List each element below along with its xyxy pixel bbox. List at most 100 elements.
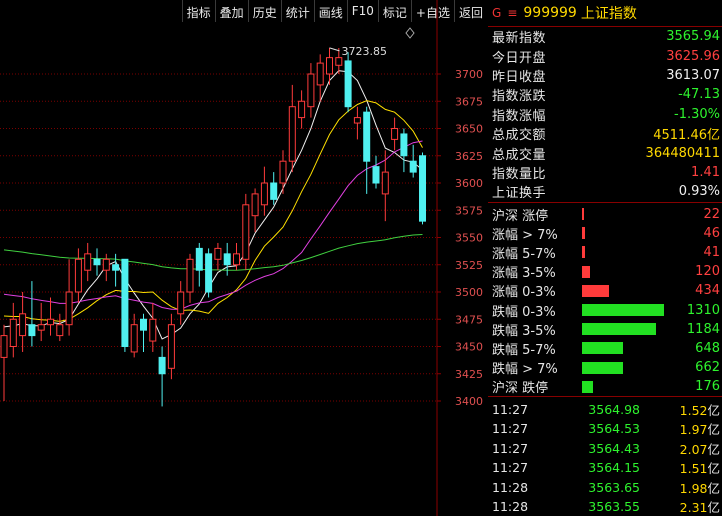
kline-chart-pane[interactable]: 3700 3675 3650 3625 3600 3575 3550 3525 3500 3475… [0, 0, 487, 516]
y-tick-label: 3550 [455, 232, 483, 245]
quote-row: 今日开盘 3625.96 [488, 46, 722, 66]
candle-body [260, 182, 268, 206]
quote-value: 0.93% [678, 184, 720, 200]
tick-price: 3564.15 [588, 460, 640, 476]
quote-row: 最新指数 3565.94 [488, 27, 722, 46]
tick-row: 11:27 3564.43 2.07亿 [488, 438, 722, 458]
breadth-bar [582, 284, 610, 297]
breadth-row: 跌幅 5-7% 648 [488, 339, 722, 358]
candle-body [344, 60, 352, 108]
tick-price: 3563.65 [588, 479, 640, 495]
breadth-row: 跌幅 3-5% 1184 [488, 320, 722, 339]
tick-volume: 1.97亿 [640, 419, 720, 438]
breadth-bar [582, 323, 657, 336]
back-button[interactable]: 返回 [453, 0, 487, 22]
kline-chart[interactable]: 3700 3675 3650 3625 3600 3575 3550 3525 3500 3475… [0, 0, 487, 516]
quote-row: 总成交量 364480411 [488, 143, 722, 163]
tick-list[interactable]: 11:27 3564.98 1.52亿 11:27 3564.53 1.97亿 11:27 3… [488, 397, 722, 516]
quote-value: -47.13 [678, 87, 720, 103]
candle-body [74, 258, 82, 293]
candle-body [47, 318, 54, 326]
tick-row: 11:28 3563.55 2.31亿 [488, 497, 722, 516]
tick-row: 11:27 3564.98 1.52亿 [488, 399, 722, 419]
breadth-bar [582, 265, 590, 278]
breadth-count: 434 [695, 283, 720, 299]
candle-body [372, 166, 380, 184]
add-watchlist-button[interactable]: +自选 [410, 0, 454, 22]
overlay-button[interactable]: 叠加 [214, 0, 248, 22]
statistics-button[interactable]: 统计 [280, 0, 314, 22]
breadth-label: 跌幅 0-3% [492, 304, 556, 320]
tick-volume-unit: 亿 [707, 461, 720, 477]
candle-body [214, 247, 222, 260]
candle-body [335, 57, 343, 66]
quote-label: 最新指数 [492, 31, 547, 47]
quote-row: 总成交额 4511.46亿 [488, 124, 722, 143]
quote-row: 指数涨跌 -47.13 [488, 85, 722, 104]
tick-time: 11:27 [492, 401, 529, 417]
breadth-row: 涨幅 0-3% 434 [488, 281, 722, 300]
quote-value: 3625.96 [666, 48, 720, 64]
f10-button[interactable]: F10 [346, 0, 378, 22]
breadth-label: 涨幅 > 7% [492, 227, 558, 243]
candle-body [381, 171, 389, 195]
candle-body [167, 324, 175, 369]
candle-body [112, 264, 120, 271]
quote-value: 4511.46亿 [653, 128, 720, 144]
diamond-icon [405, 27, 415, 39]
y-tick-label: 3400 [455, 395, 483, 408]
y-tick-label: 3700 [455, 68, 483, 81]
breadth-bar [582, 380, 593, 393]
tick-volume: 1.52亿 [640, 400, 720, 419]
market-breadth: 沪深 涨停 22 涨幅 > 7% 46 涨幅 5-7% 41 涨幅 3-5% 120 涨幅 0-… [488, 203, 722, 397]
candle-body [84, 253, 92, 271]
tick-time: 11:28 [492, 499, 529, 515]
candle-body [65, 291, 73, 326]
breadth-bar-track [582, 323, 674, 336]
tick-volume: 1.98亿 [640, 478, 720, 497]
quote-label: 指数涨跌 [492, 89, 547, 105]
candle-body [251, 193, 259, 217]
tick-volume-unit: 亿 [707, 480, 720, 496]
breadth-row: 跌幅 > 7% 662 [488, 358, 722, 377]
candle-body [186, 258, 194, 293]
breadth-count: 22 [703, 206, 720, 222]
breadth-bar [582, 246, 585, 259]
quote-table: 最新指数 3565.94 今日开盘 3625.96 昨日收盘 3613.07 指数涨跌 -47… [488, 27, 722, 202]
breadth-bar-track [582, 227, 674, 240]
breadth-row: 跌幅 0-3% 1310 [488, 300, 722, 320]
y-tick-label: 3425 [455, 368, 483, 381]
menu-icon[interactable]: ≡ [507, 6, 517, 20]
breadth-label: 涨幅 0-3% [492, 285, 556, 301]
quote-label: 上证换手 [492, 186, 547, 202]
tick-volume-unit: 亿 [707, 422, 720, 438]
tick-volume-value: 1.52 [679, 402, 708, 418]
candle-body [102, 258, 110, 271]
quote-value: 364480411 [645, 145, 720, 161]
mark-button[interactable]: 标记 [377, 0, 411, 22]
tick-time: 11:27 [492, 421, 529, 437]
breadth-count: 176 [695, 379, 720, 395]
breadth-bar-track [582, 246, 674, 259]
history-button[interactable]: 历史 [247, 0, 281, 22]
breadth-bar [582, 342, 623, 355]
breadth-row: 涨幅 > 7% 46 [488, 224, 722, 243]
tick-volume-unit: 亿 [707, 441, 720, 457]
candle-body [56, 324, 64, 337]
candle-body [307, 73, 315, 108]
candle-body [9, 318, 17, 347]
tick-volume: 2.31亿 [640, 497, 720, 516]
indicator-button[interactable]: 指标 [181, 0, 215, 22]
draw-line-button[interactable]: 画线 [313, 0, 347, 22]
quote-label: 总成交量 [492, 147, 547, 163]
quote-label: 总成交额 [492, 128, 547, 144]
candle-body [28, 324, 36, 337]
candle-body [400, 133, 408, 157]
breadth-count: 662 [695, 360, 720, 376]
breadth-row: 沪深 涨停 22 [488, 205, 722, 224]
breadth-row: 沪深 跌停 176 [488, 377, 722, 396]
breadth-label: 沪深 涨停 [492, 208, 549, 224]
breadth-bar-track [582, 265, 674, 278]
ma10-line [3, 100, 423, 322]
y-tick-label: 3450 [455, 341, 483, 354]
